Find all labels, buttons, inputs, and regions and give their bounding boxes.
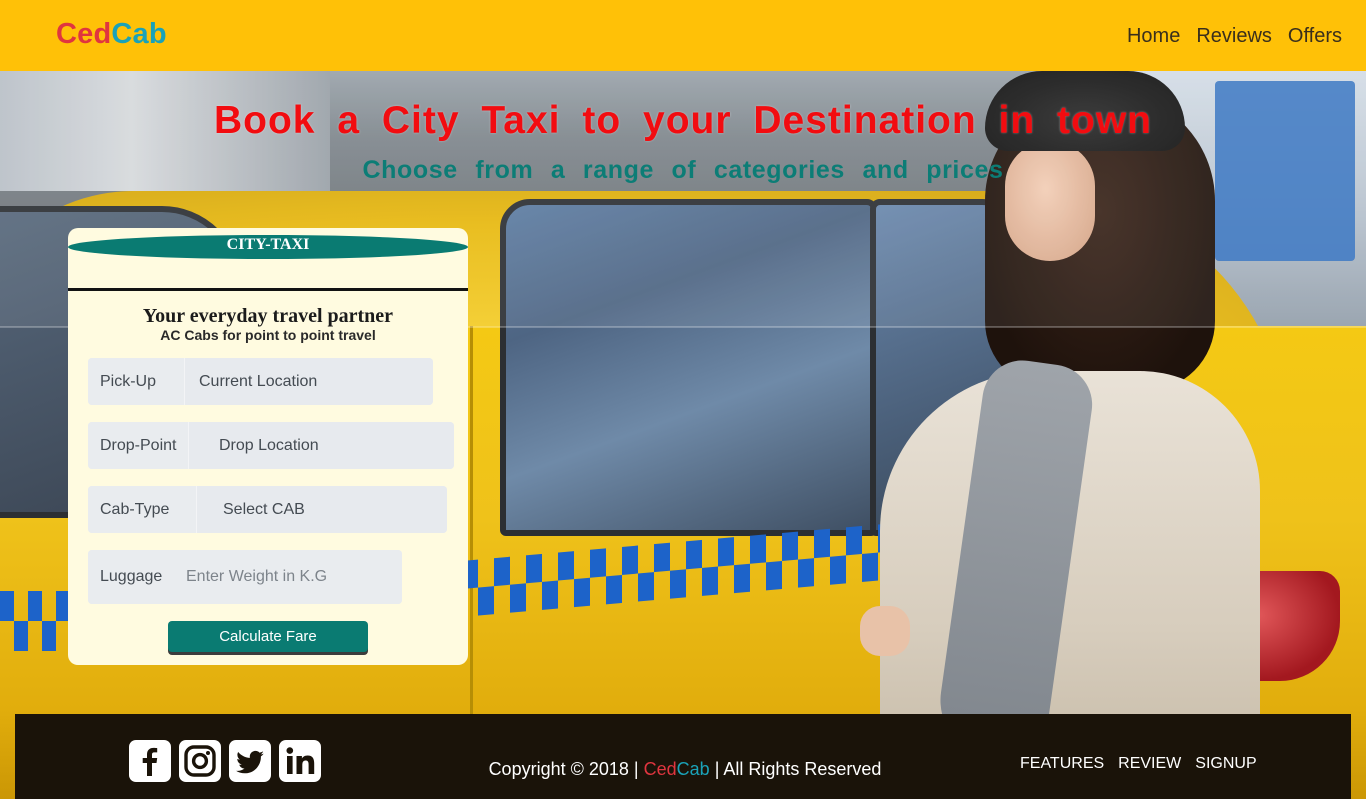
social-links (129, 740, 321, 782)
hero-subtitle: Choose from a range of categories and pr… (362, 156, 1004, 184)
twitter-icon[interactable] (229, 740, 271, 782)
nav-reviews-link[interactable]: Reviews (1196, 25, 1272, 48)
card-divider (68, 288, 468, 291)
copyright-suffix: | All Rights Reserved (714, 759, 882, 779)
instagram-icon[interactable] (179, 740, 221, 782)
main-nav: Home Reviews Offers (1127, 25, 1342, 48)
hero-title: Book a City Taxi to your Destination in … (214, 99, 1152, 142)
card-heading: Your everyday travel partner (142, 305, 394, 327)
booking-form-card: CITY-TAXI Your everyday travel partner A… (68, 228, 468, 665)
footer-review-link[interactable]: REVIEW (1118, 755, 1181, 773)
card-subheading: AC Cabs for point to point travel (160, 327, 376, 343)
linkedin-icon[interactable] (279, 740, 321, 782)
luggage-label: Luggage (88, 550, 172, 604)
pickup-select[interactable]: Current Location (184, 358, 433, 405)
card-banner: CITY-TAXI (68, 235, 468, 259)
luggage-field: Luggage Enter Weight in K.G (88, 550, 402, 604)
footer-brand-cab: Cab (676, 759, 710, 779)
drop-select[interactable]: Drop Location (188, 422, 454, 469)
cab-type-label: Cab-Type (88, 486, 196, 533)
facebook-icon[interactable] (129, 740, 171, 782)
brand-logo[interactable]: CedCab (56, 18, 167, 51)
cab-type-field: Cab-Type Select CAB (88, 486, 447, 533)
footer-nav: FEATURES REVIEW SIGNUP (1020, 755, 1257, 773)
pickup-field: Pick-Up Current Location (88, 358, 433, 405)
nav-home-link[interactable]: Home (1127, 25, 1180, 48)
copyright-text: Copyright © 2018 | CedCab | All Rights R… (455, 759, 915, 780)
pickup-label: Pick-Up (88, 358, 184, 405)
brand-part-ced: Ced (56, 18, 112, 50)
cab-type-select[interactable]: Select CAB (196, 486, 447, 533)
drop-label: Drop-Point (88, 422, 188, 469)
drop-field: Drop-Point Drop Location (88, 422, 454, 469)
nav-offers-link[interactable]: Offers (1288, 25, 1342, 48)
luggage-input[interactable]: Enter Weight in K.G (172, 550, 402, 604)
navbar: CedCab Home Reviews Offers (0, 0, 1366, 71)
footer: Copyright © 2018 | CedCab | All Rights R… (15, 714, 1351, 799)
footer-signup-link[interactable]: SIGNUP (1195, 755, 1256, 773)
footer-brand-ced: Ced (643, 759, 677, 779)
brand-part-cab: Cab (111, 18, 167, 50)
calculate-fare-button[interactable]: Calculate Fare (168, 621, 368, 652)
footer-features-link[interactable]: FEATURES (1020, 755, 1104, 773)
copyright-prefix: Copyright © 2018 | (488, 759, 639, 779)
